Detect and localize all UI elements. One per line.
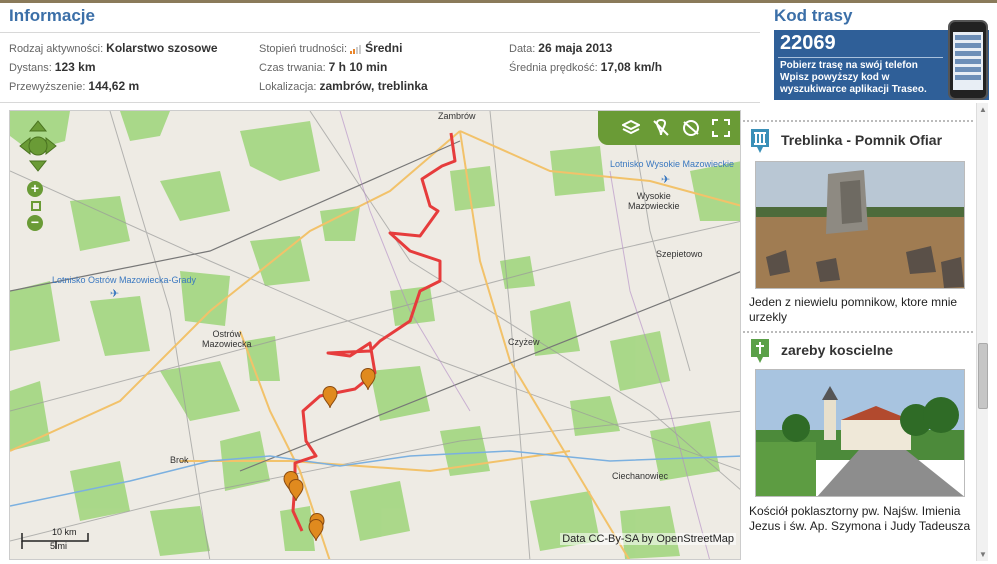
speed-field: Średnia prędkość: 17,08 km/h xyxy=(509,60,662,74)
location-label: Lokalizacja: xyxy=(259,81,317,93)
distance-field: Dystans: 123 km xyxy=(9,60,96,74)
divider xyxy=(778,57,943,58)
route-map[interactable]: ✈ ✈ Zambrów Wysokie Mazowieckie Szepieto… xyxy=(9,110,741,560)
pan-up-icon[interactable] xyxy=(28,120,48,132)
scale-km: 10 km xyxy=(52,527,77,537)
poi-sidebar[interactable]: Treblinka - Pomnik Ofiar Jeden z niewiel… xyxy=(743,103,990,561)
town-label: Brok xyxy=(170,455,189,465)
activity-field: Rodzaj aktywności: Kolarstwo szosowe xyxy=(9,41,218,55)
town-label: Zambrów xyxy=(438,111,476,121)
divider xyxy=(743,331,973,333)
route-code-line1: Pobierz trasę na swój telefon xyxy=(780,60,918,71)
info-title: Informacje xyxy=(9,6,95,25)
town-label: Wysokie Mazowieckie xyxy=(628,191,680,211)
terrain-toggle-icon[interactable] xyxy=(680,117,702,139)
activity-label: Rodzaj aktywności: xyxy=(9,43,104,55)
town-label: Szepietowo xyxy=(656,249,703,259)
duration-value: 7 h 10 min xyxy=(328,60,388,74)
elevation-value: 144,62 m xyxy=(88,79,140,93)
route-code-description: Pobierz trasę na swój telefon Wpisz powy… xyxy=(780,60,940,96)
duration-field: Czas trwania: 7 h 10 min xyxy=(259,60,387,74)
phone-icon xyxy=(948,20,988,100)
divider xyxy=(0,102,760,103)
speed-value: 17,08 km/h xyxy=(600,60,663,74)
difficulty-field: Stopień trudności: Średni xyxy=(259,41,402,55)
poi-photo[interactable] xyxy=(755,369,965,497)
activity-value: Kolarstwo szosowe xyxy=(106,41,218,55)
location-value: zambrów, treblinka xyxy=(319,79,428,93)
difficulty-label: Stopień trudności: xyxy=(259,43,348,55)
date-value: 26 maja 2013 xyxy=(538,41,613,55)
poi-photo[interactable] xyxy=(755,161,965,289)
map-toolbar xyxy=(598,111,740,145)
difficulty-value: Średni xyxy=(365,41,403,55)
scroll-up-icon[interactable]: ▲ xyxy=(979,105,987,114)
divider xyxy=(743,120,973,122)
poi-title[interactable]: zareby koscielne xyxy=(781,342,893,358)
town-label: Ostrów Mazowiecka xyxy=(202,329,252,349)
scale-mi: 5 mi xyxy=(50,541,68,551)
speed-label: Średnia prędkość: xyxy=(509,62,598,74)
map-scale: 10 km 5 mi xyxy=(20,527,100,553)
elevation-field: Przewyższenie: 144,62 m xyxy=(9,79,139,93)
svg-text:✈: ✈ xyxy=(110,287,119,300)
town-label: Ciechanowiec xyxy=(612,471,669,481)
distance-label: Dystans: xyxy=(9,62,52,74)
kod-title: Kod trasy xyxy=(774,6,853,25)
poi-header[interactable]: zareby koscielne xyxy=(749,337,974,367)
map-marker-icon[interactable] xyxy=(322,386,338,409)
map-base: ✈ ✈ xyxy=(10,111,740,559)
layers-icon[interactable] xyxy=(620,117,642,139)
poi-description: Jeden z niewielu pomnikow, ktore mnie ur… xyxy=(749,295,958,324)
fullscreen-small-icon[interactable] xyxy=(31,201,41,211)
map-attribution: Data CC-By-SA by OpenStreetMap xyxy=(560,533,736,545)
markers-toggle-icon[interactable] xyxy=(650,117,672,139)
poi-header[interactable]: Treblinka - Pomnik Ofiar xyxy=(749,127,974,157)
elevation-label: Przewyższenie: xyxy=(9,81,86,93)
zoom-out-button[interactable]: − xyxy=(27,215,43,231)
scroll-down-icon[interactable]: ▼ xyxy=(979,550,987,559)
poi-description: Kościół poklasztorny pw. Najśw. Imienia … xyxy=(749,504,971,533)
airport-label: Lotnisko Wysokie Mazowieckie xyxy=(610,159,734,169)
airport-label: Lotnisko Ostrów Mazowiecka-Grady xyxy=(52,275,197,285)
sidebar-scrollbar[interactable]: ▲ ▼ xyxy=(976,103,988,561)
scrollbar-thumb[interactable] xyxy=(978,343,988,409)
route-code: 22069 xyxy=(780,32,836,54)
top-strip xyxy=(0,0,997,3)
map-marker-icon[interactable] xyxy=(288,479,304,502)
location-field: Lokalizacja: zambrów, treblinka xyxy=(259,79,428,93)
svg-text:✈: ✈ xyxy=(661,173,670,186)
poi-title[interactable]: Treblinka - Pomnik Ofiar xyxy=(781,132,942,148)
route-code-line2: Wpisz powyższy kod w wyszukiwarce aplika… xyxy=(780,72,927,95)
church-icon xyxy=(751,339,769,363)
date-field: Data: 26 maja 2013 xyxy=(509,41,612,55)
map-marker-icon[interactable] xyxy=(360,368,376,391)
divider xyxy=(0,32,760,33)
pan-down-icon[interactable] xyxy=(28,160,48,172)
map-pan-control[interactable] xyxy=(18,119,58,184)
zoom-in-button[interactable]: + xyxy=(27,181,43,197)
duration-label: Czas trwania: xyxy=(259,62,326,74)
difficulty-bars-icon xyxy=(350,44,362,54)
monument-icon xyxy=(751,129,769,153)
distance-value: 123 km xyxy=(54,60,96,74)
town-label: Czyżew xyxy=(508,337,540,347)
fullscreen-icon[interactable] xyxy=(710,117,732,139)
date-label: Data: xyxy=(509,43,536,55)
